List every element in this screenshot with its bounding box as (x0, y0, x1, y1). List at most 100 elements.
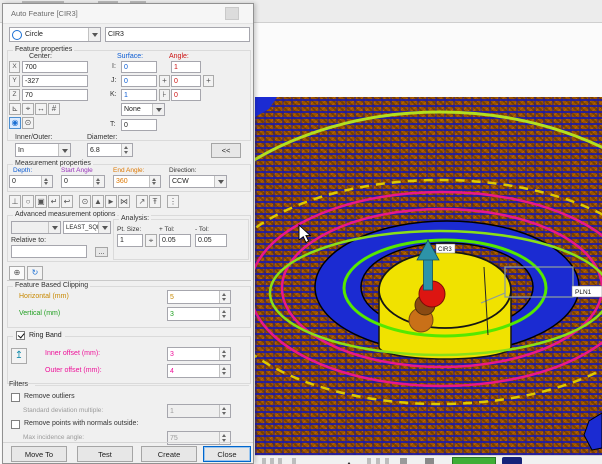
surface-i-field[interactable]: 0 (121, 61, 157, 73)
center-z-field[interactable]: 70 (22, 89, 88, 101)
path-icon-play[interactable]: ► (105, 195, 117, 208)
probe-status-icon[interactable] (502, 457, 522, 464)
close-button[interactable]: Close (203, 446, 251, 462)
spinner-arrows-icon[interactable] (93, 176, 104, 187)
minus-tol-field[interactable]: 0.05 (195, 234, 227, 247)
grid-toggle-button[interactable]: # (48, 103, 60, 115)
fit-option-combo[interactable] (11, 221, 61, 234)
outer-offset-spinner[interactable]: 4 (167, 364, 231, 378)
status-icon[interactable] (367, 458, 371, 464)
test-button[interactable]: Test (77, 446, 133, 462)
sample-mode-button[interactable]: ⊙ (22, 117, 34, 129)
algorithm-combo[interactable]: LEAST_SQR (63, 221, 111, 234)
depth-spinner[interactable]: 0 (9, 175, 53, 188)
collapse-button[interactable]: << (211, 143, 241, 158)
remove-normals-checkbox[interactable] (11, 420, 20, 429)
plus-tol-field[interactable]: 0.05 (159, 234, 191, 247)
path-icon-triangle[interactable]: ▲ (92, 195, 104, 208)
inner-outer-combo[interactable]: In (15, 143, 71, 157)
center-x-field[interactable]: 700 (22, 61, 88, 73)
inner-offset-spinner[interactable]: 3 (167, 347, 231, 361)
spinner-arrows-icon[interactable] (219, 308, 230, 320)
pointer-tool-button[interactable]: ⌖ (145, 234, 157, 247)
angle-i-field[interactable]: 1 (171, 61, 201, 73)
vertical-clip-spinner[interactable]: 3 (167, 307, 231, 321)
auto-circle-mode-button[interactable]: ◉ (9, 117, 21, 129)
circle-label[interactable]: CIR3 (438, 247, 452, 253)
center-y-field[interactable]: -327 (22, 75, 88, 87)
ring-band-checkbox[interactable] (16, 331, 25, 340)
path-icon-square[interactable]: ▣ (35, 195, 47, 208)
angle-j-field[interactable]: 0 (171, 75, 201, 87)
create-button[interactable]: Create (141, 446, 197, 462)
spinner-arrows-icon[interactable] (219, 405, 230, 417)
tab-pointcloud-options[interactable]: ↻ (27, 266, 43, 280)
horizontal-clip-spinner[interactable]: 5 (167, 290, 231, 304)
spinner-arrows-icon[interactable] (219, 348, 230, 360)
dropdown-arrow-icon[interactable] (98, 222, 110, 233)
remove-outliers-checkbox[interactable] (11, 393, 20, 402)
surface-k-field[interactable]: 1 (121, 89, 157, 101)
spinner-arrows-icon[interactable] (219, 291, 230, 303)
triangle-icon[interactable] (345, 458, 353, 464)
angle-k-field[interactable]: 0 (171, 89, 201, 101)
status-icon[interactable] (292, 458, 296, 464)
status-icon[interactable] (385, 458, 389, 464)
diameter-spinner[interactable]: 6.8 (87, 143, 133, 157)
flip-surface-vector-button[interactable]: + (159, 75, 170, 87)
start-angle-spinner[interactable]: 0 (61, 175, 105, 188)
path-icon-diagonal[interactable]: ↗ (136, 195, 148, 208)
status-icon[interactable] (425, 458, 434, 464)
tab-probe-options[interactable]: ⊕ (9, 266, 25, 280)
plane-label[interactable]: PLN1 (575, 289, 592, 296)
move-to-button[interactable]: Move To (11, 446, 67, 462)
path-icon-circle[interactable]: ○ (22, 195, 34, 208)
dialog-titlebar[interactable]: Auto Feature [CIR3] (3, 4, 253, 24)
spinner-arrows-icon[interactable] (41, 176, 52, 187)
y-axis-button[interactable]: Y (9, 75, 20, 87)
go-button[interactable] (452, 457, 496, 464)
pt-size-field[interactable]: 1 (117, 234, 143, 247)
end-angle-spinner[interactable]: 360 (113, 175, 161, 188)
t-field[interactable]: 0 (121, 119, 157, 131)
surface-j-field[interactable]: 0 (121, 75, 157, 87)
direction-combo[interactable]: CCW (169, 175, 227, 188)
spinner-arrows-icon[interactable] (149, 176, 160, 187)
status-icon[interactable] (270, 458, 274, 464)
path-icon-return[interactable]: ↵ (48, 195, 60, 208)
browse-button[interactable]: ... (95, 247, 108, 257)
path-icon-dots[interactable]: ⋮ (167, 195, 179, 208)
path-icon-perpendicular[interactable]: ⊥ (9, 195, 21, 208)
spinner-arrows-icon[interactable] (121, 144, 132, 156)
lock-vector-button[interactable]: ⊦ (159, 89, 170, 101)
z-axis-button[interactable]: Z (9, 89, 20, 101)
target-toggle-button[interactable]: ⌖ (22, 103, 34, 115)
stddev-spinner[interactable]: 1 (167, 404, 231, 418)
dialog-pin-button[interactable] (225, 7, 239, 20)
dropdown-arrow-icon[interactable] (152, 104, 164, 115)
status-icon[interactable] (262, 458, 266, 464)
x-axis-button[interactable]: X (9, 61, 20, 73)
relative-to-field[interactable] (11, 245, 87, 258)
ring-band-direction-button[interactable]: ↥ (11, 348, 27, 364)
snap-toggle-button[interactable]: ⊾ (9, 103, 21, 115)
dropdown-arrow-icon[interactable] (88, 28, 100, 41)
flip-angle-vector-button[interactable]: + (203, 75, 214, 87)
reference-combo[interactable]: None (121, 103, 165, 116)
measure-toggle-button[interactable]: ↔ (35, 103, 47, 115)
spinner-arrows-icon[interactable] (219, 365, 230, 377)
feature-type-combo[interactable]: Circle (9, 27, 101, 42)
path-icon-dot-circle[interactable]: ⊙ (79, 195, 91, 208)
dropdown-arrow-icon[interactable] (214, 176, 226, 187)
status-icon[interactable] (278, 458, 282, 464)
dropdown-arrow-icon[interactable] (48, 222, 60, 233)
path-icon-loop[interactable]: ↩ (61, 195, 73, 208)
dropdown-arrow-icon[interactable] (58, 144, 70, 156)
path-icon-tbar[interactable]: Ŧ (149, 195, 161, 208)
path-icon-bowtie[interactable]: ⋈ (118, 195, 130, 208)
vertical-clip-label: Vertical (mm) (19, 310, 60, 317)
inner-outer-label: Inner/Outer: (15, 134, 52, 141)
feature-name-input[interactable]: CIR3 (105, 27, 250, 42)
status-icon[interactable] (376, 458, 380, 464)
lock-icon[interactable] (400, 458, 407, 464)
